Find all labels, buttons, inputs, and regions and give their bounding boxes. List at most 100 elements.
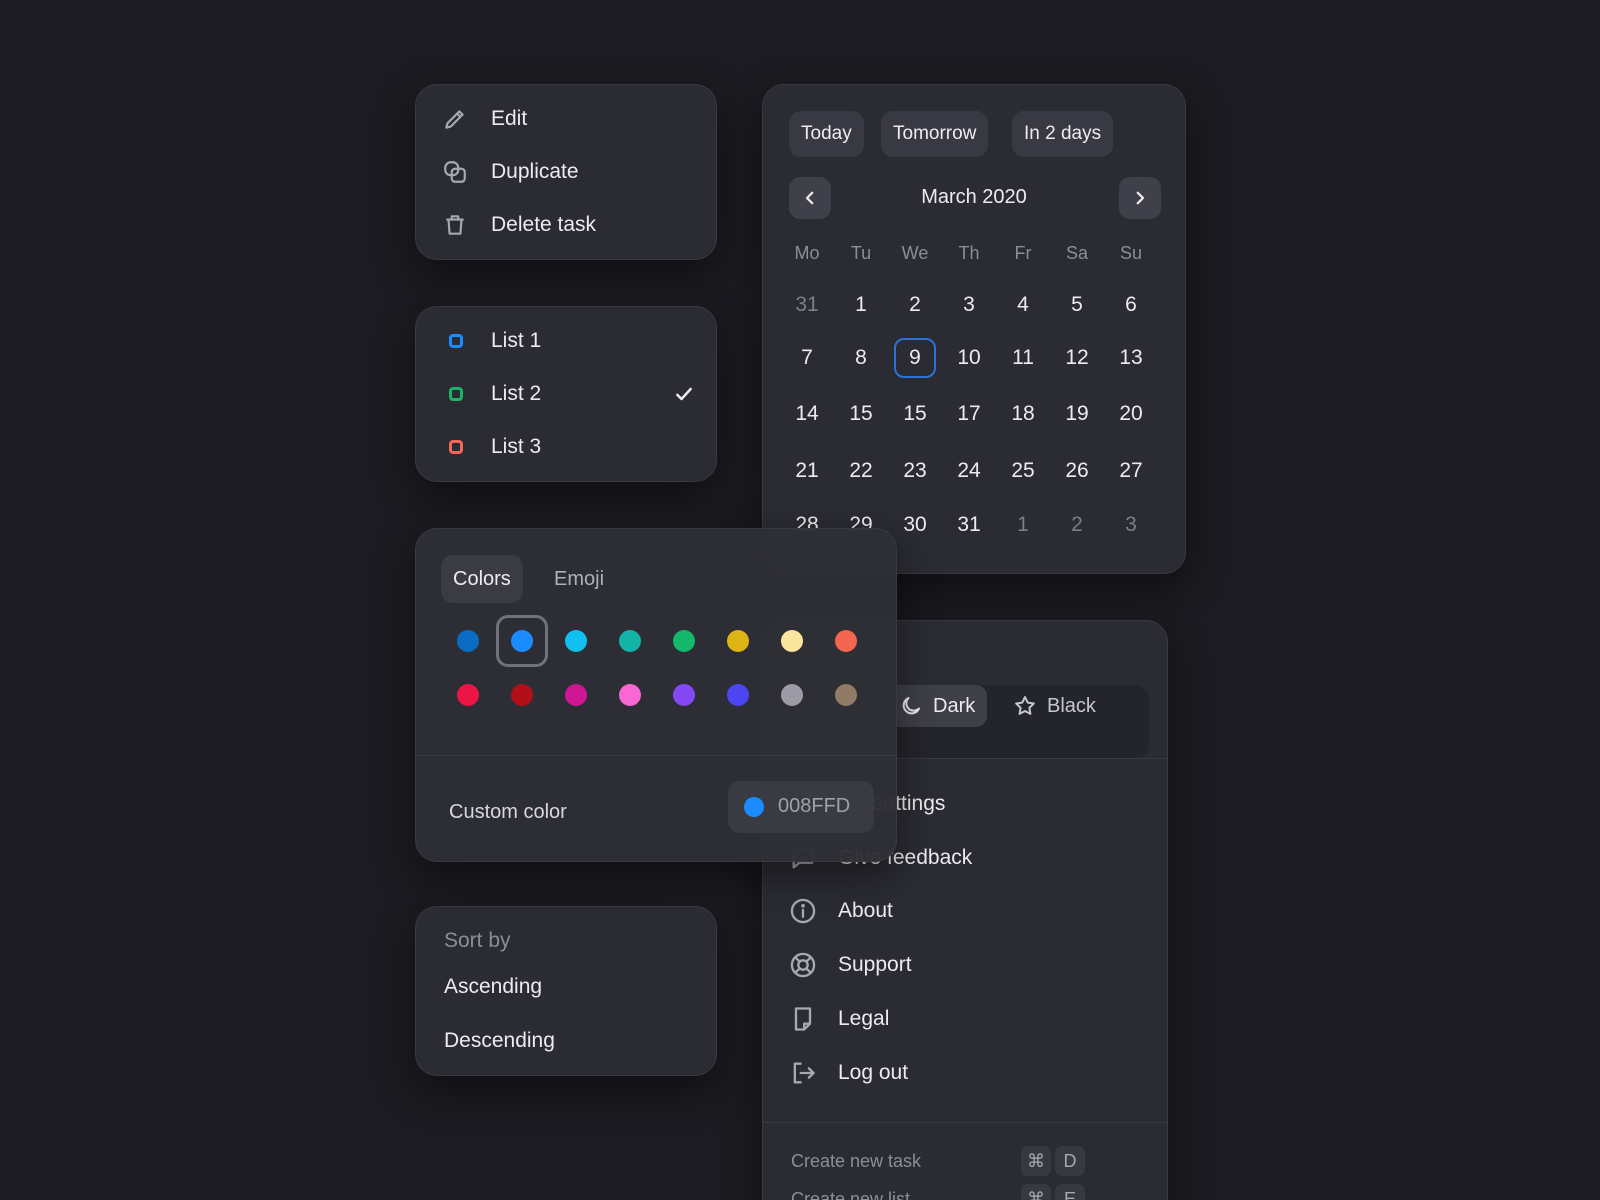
calendar-day[interactable]: 3 [1110,505,1152,545]
color-swatch[interactable] [565,630,587,652]
color-swatch[interactable] [511,684,533,706]
color-swatch[interactable] [727,684,749,706]
shortcut-key: D [1055,1146,1085,1176]
calendar-day[interactable]: 7 [786,338,828,378]
checkmark-icon [674,384,694,404]
lifebuoy-icon [789,951,817,979]
calendar-day[interactable]: 5 [1056,285,1098,325]
sort-ascending-option[interactable]: Ascending [444,975,542,999]
calendar-day[interactable]: 31 [786,285,828,325]
color-swatch[interactable] [673,684,695,706]
calendar-day[interactable]: 26 [1056,451,1098,491]
shortcut-key: ⌘ [1021,1184,1051,1200]
weekday-label: Th [958,243,980,263]
tab-emoji[interactable]: Emoji [542,555,616,603]
calendar-day[interactable]: 23 [894,451,936,491]
sort-descending-option[interactable]: Descending [444,1029,555,1053]
calendar-day[interactable]: 15 [894,394,936,434]
custom-color-value: 008FFD [778,795,851,817]
color-swatch[interactable] [835,684,857,706]
list-label: List 2 [491,382,542,405]
duplicate-menu-item[interactable]: Duplicate [416,148,716,196]
list-color-indicator [449,334,463,348]
color-swatch[interactable] [619,630,641,652]
calendar-day[interactable]: 22 [840,451,882,491]
list-color-indicator [449,440,463,454]
color-swatch[interactable] [511,630,533,652]
color-swatch[interactable] [781,684,803,706]
list-item-2[interactable]: List 2 [416,370,716,418]
color-swatch[interactable] [619,684,641,706]
calendar-day[interactable]: 17 [948,394,990,434]
shortcut-create-task-label: Create new task [791,1151,922,1171]
weekday-label: Tu [850,243,872,263]
calendar-day[interactable]: 15 [840,394,882,434]
tab-colors[interactable]: Colors [441,555,523,603]
calendar-day[interactable]: 8 [840,338,882,378]
legal-item[interactable]: Legal [763,996,1167,1042]
quick-tomorrow-button[interactable]: Tomorrow [881,111,989,157]
calendar-day[interactable]: 3 [948,285,990,325]
list-item-3[interactable]: List 3 [416,423,716,471]
divider [763,1122,1167,1123]
calendar-day[interactable]: 6 [1110,285,1152,325]
calendar-day[interactable]: 1 [840,285,882,325]
list-label: List 1 [491,329,542,352]
log-out-item[interactable]: Log out [763,1050,1167,1096]
calendar-day[interactable]: 25 [1002,451,1044,491]
quick-in-2-days-button[interactable]: In 2 days [1012,111,1114,157]
next-month-button[interactable] [1119,177,1161,219]
sort-heading: Sort by [444,929,511,952]
color-swatch[interactable] [781,630,803,652]
theme-black-option[interactable]: Black [1001,685,1108,727]
calendar-day[interactable]: 13 [1110,338,1152,378]
color-swatch[interactable] [835,630,857,652]
list-selector-menu: List 1 List 2 List 3 [415,306,717,482]
calendar-day[interactable]: 24 [948,451,990,491]
list-label: List 3 [491,435,542,458]
calendar-day[interactable]: 30 [894,505,936,545]
calendar-day[interactable]: 31 [948,505,990,545]
about-item[interactable]: About [763,888,1167,934]
calendar-day[interactable]: 4 [1002,285,1044,325]
divider [416,755,896,756]
calendar-day[interactable]: 11 [1002,338,1044,378]
task-action-menu: Edit Duplicate Delete task [415,84,717,260]
calendar-day[interactable]: 1 [1002,505,1044,545]
theme-dark-option[interactable]: Dark [887,685,988,727]
calendar-day[interactable]: 9 [894,338,936,378]
quick-today-button[interactable]: Today [789,111,864,157]
about-label: About [838,899,893,922]
calendar-day[interactable]: 21 [786,451,828,491]
delete-task-label: Delete task [491,213,597,236]
edit-menu-item[interactable]: Edit [416,95,716,143]
sort-menu: Sort by Ascending Descending [415,906,717,1076]
calendar-day[interactable]: 18 [1002,394,1044,434]
color-swatch[interactable] [565,684,587,706]
chevron-right-icon [1136,191,1145,205]
color-swatch[interactable] [727,630,749,652]
calendar-day[interactable]: 10 [948,338,990,378]
calendar-day[interactable]: 27 [1110,451,1152,491]
weekday-label: Mo [794,243,820,263]
color-swatch[interactable] [457,630,479,652]
weekday-label: Su [1119,243,1143,263]
calendar-day[interactable]: 14 [786,394,828,434]
edit-label: Edit [491,107,528,130]
custom-color-input[interactable]: 008FFD [728,781,874,833]
calendar-day[interactable]: 20 [1110,394,1152,434]
calendar-day[interactable]: 2 [894,285,936,325]
calendar-day[interactable]: 2 [1056,505,1098,545]
support-item[interactable]: Support [763,942,1167,988]
color-swatch[interactable] [457,684,479,706]
log-out-label: Log out [838,1061,909,1084]
list-color-indicator [449,387,463,401]
calendar-day[interactable]: 12 [1056,338,1098,378]
list-item-1[interactable]: List 1 [416,317,716,365]
custom-color-label: Custom color [449,801,567,823]
theme-black-label: Black [1047,694,1096,717]
calendar-day[interactable]: 19 [1056,394,1098,434]
shortcut-key: E [1055,1184,1085,1200]
delete-task-menu-item[interactable]: Delete task [416,201,716,249]
color-swatch[interactable] [673,630,695,652]
